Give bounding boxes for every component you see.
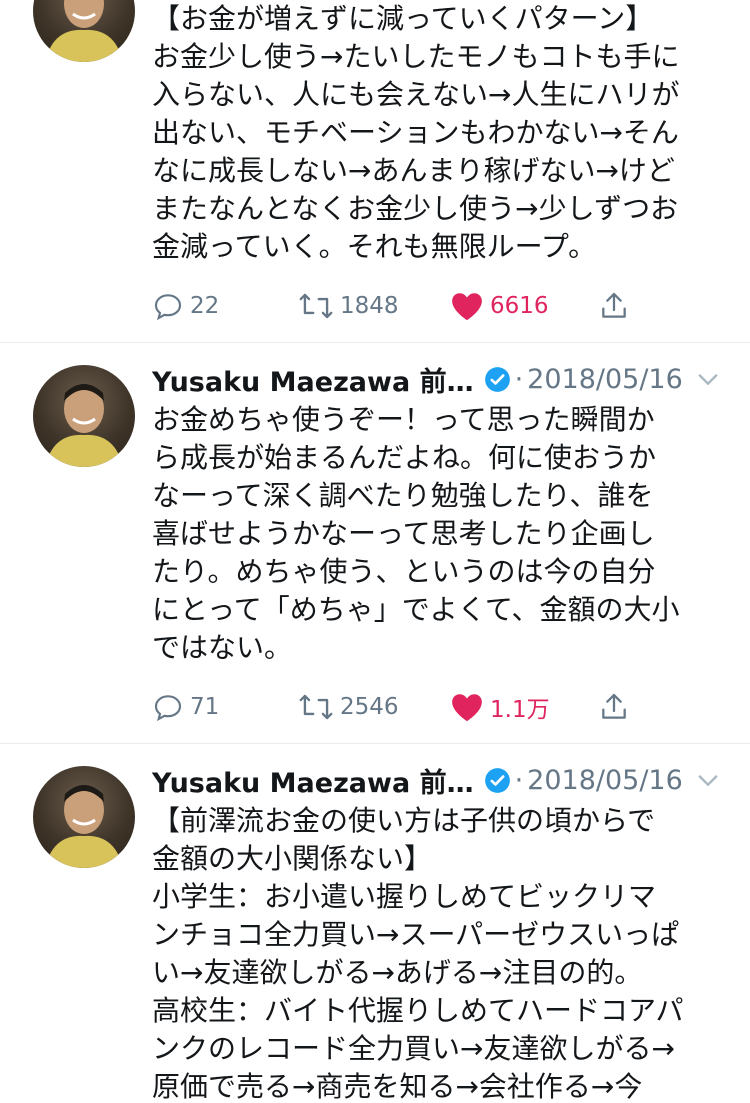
tweet-date-separator: · [514, 363, 524, 395]
heart-icon [452, 293, 482, 321]
share-button[interactable] [598, 687, 636, 727]
tweet-header: Yusaku Maezawa 前… · 2018/05/16 [152, 760, 683, 800]
chevron-down-icon[interactable] [694, 365, 722, 393]
verified-badge-icon [484, 366, 510, 392]
tweet-text: お金めちゃ使うぞー！って思った瞬間か ら成長が始まるんだよね。何に使おうか なー… [152, 403, 680, 664]
reply-icon [154, 695, 182, 722]
tweet-text: 【お金が増えずに減っていくパターン】 お金少し使う→たいしたモノもコトも手に 入… [152, 2, 680, 263]
retweet-button[interactable]: 2546 [298, 687, 399, 727]
like-button[interactable]: 1.1万 [450, 687, 550, 727]
tweet-date[interactable]: 2018/05/16 [527, 364, 683, 395]
avatar[interactable] [33, 0, 135, 62]
tweet-date-separator: · [514, 764, 524, 796]
verified-badge-icon [484, 767, 510, 793]
reply-button[interactable]: 22 [152, 286, 219, 326]
tweet-actions: 22 1848 6616 [152, 286, 652, 326]
reply-count: 22 [190, 293, 220, 319]
share-icon [602, 693, 626, 719]
tweet-date[interactable]: 2018/05/16 [527, 765, 683, 796]
like-count: 1.1万 [490, 697, 550, 723]
tweet-text: 【前澤流お金の使い方は子供の頃からで 金額の大小関係ない】 小学生：お小遣い握り… [152, 804, 684, 1103]
avatar[interactable] [33, 766, 135, 868]
share-button[interactable] [598, 286, 636, 326]
author-name[interactable]: Yusaku Maezawa 前… [152, 360, 474, 399]
chevron-down-icon[interactable] [694, 766, 722, 794]
reply-count: 71 [190, 694, 220, 720]
retweet-icon [299, 293, 333, 319]
tweet-header: Yusaku Maezawa 前… · 2018/05/16 [152, 359, 683, 399]
tweet-1[interactable]: 【お金が増えずに減っていくパターン】 お金少し使う→たいしたモノもコトも手に 入… [0, 0, 750, 342]
tweet-actions: 71 2546 1.1万 [152, 687, 652, 727]
retweet-count: 2546 [340, 694, 399, 720]
tweet-2[interactable]: Yusaku Maezawa 前… · 2018/05/16 お金めちゃ使うぞー… [0, 343, 750, 743]
tweet-3[interactable]: Yusaku Maezawa 前… · 2018/05/16 【前澤流お金の使い… [0, 744, 750, 1103]
like-count: 6616 [490, 293, 549, 319]
share-icon [602, 292, 626, 318]
heart-icon [452, 694, 482, 722]
like-button[interactable]: 6616 [450, 286, 549, 326]
author-name[interactable]: Yusaku Maezawa 前… [152, 761, 474, 800]
reply-button[interactable]: 71 [152, 687, 219, 727]
retweet-button[interactable]: 1848 [298, 286, 399, 326]
reply-icon [154, 294, 182, 321]
retweet-count: 1848 [340, 293, 399, 319]
avatar[interactable] [33, 365, 135, 467]
retweet-icon [299, 694, 333, 720]
